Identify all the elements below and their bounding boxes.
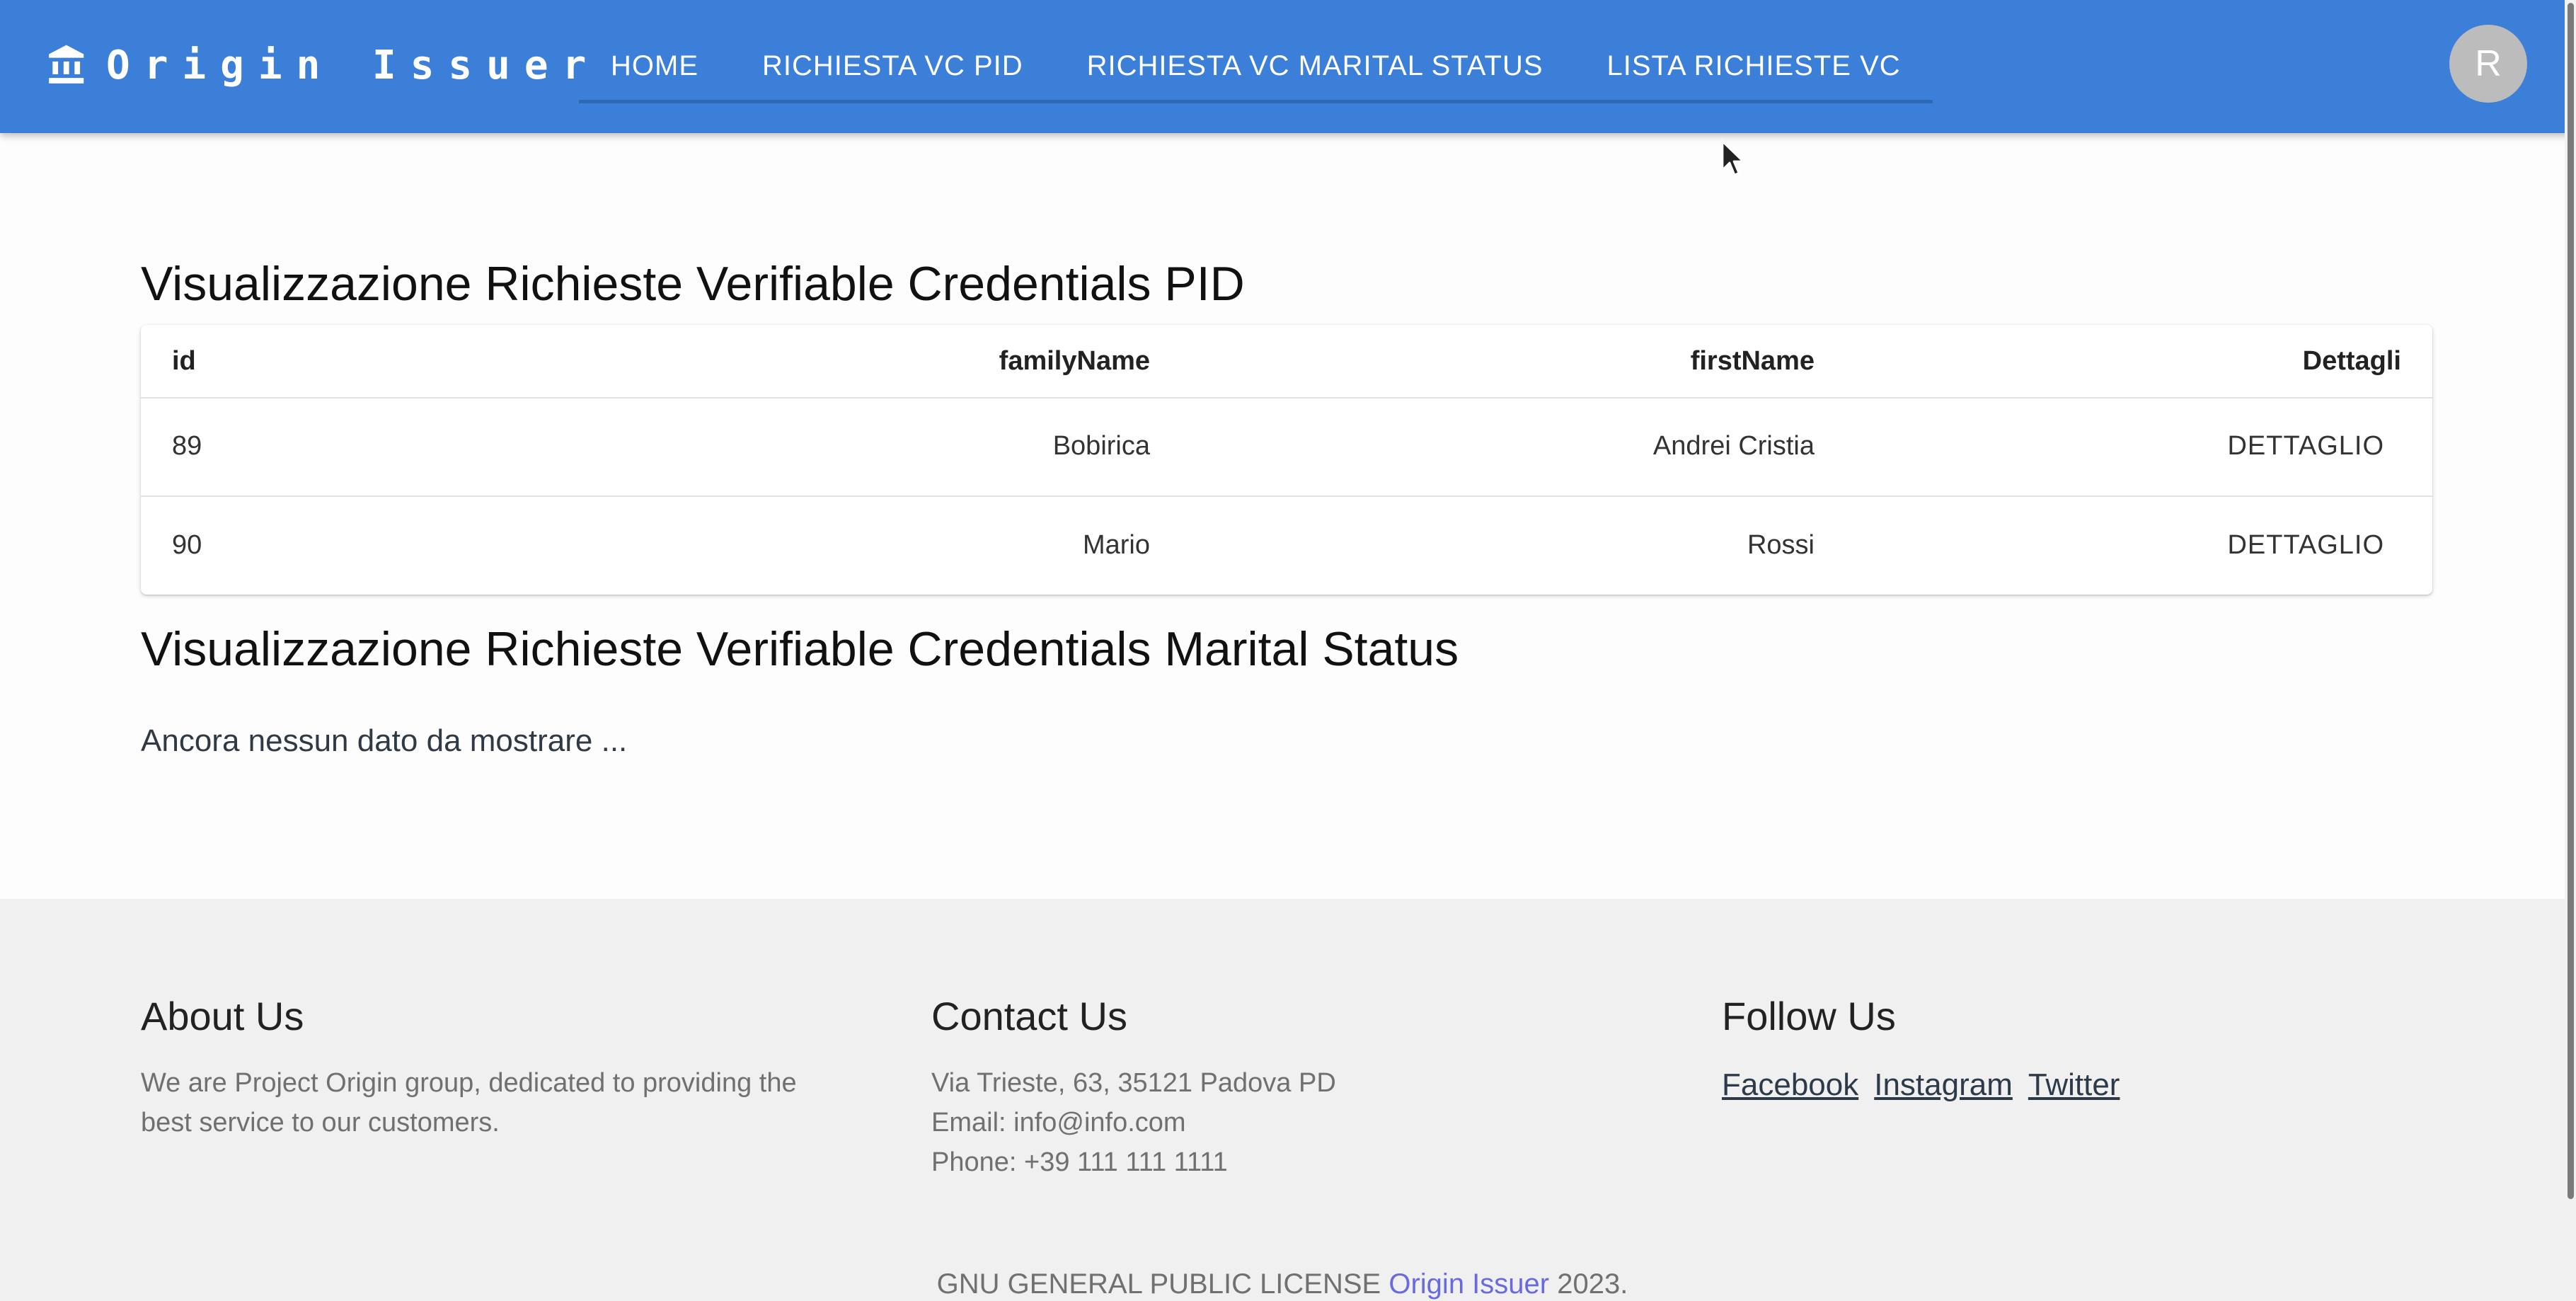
main-nav: HOME RICHIESTA VC PID RICHIESTA VC MARIT… (579, 33, 1933, 103)
cell-familyname: Mario (1082, 529, 1150, 560)
nav-lista-richieste-vc[interactable]: LISTA RICHIESTE VC (1575, 33, 1933, 103)
cell-firstname: Andrei Cristia (1652, 431, 1815, 461)
about-text: We are Project Origin group, dedicated t… (141, 1068, 797, 1137)
copyright-brand-link[interactable]: Origin Issuer (1388, 1268, 1549, 1300)
facebook-link[interactable]: Facebook (1722, 1067, 1858, 1103)
social-links: Facebook Instagram Twitter (1722, 1067, 2430, 1103)
column-header-familyname: familyName (999, 345, 1150, 376)
about-title: About Us (141, 994, 304, 1038)
avatar[interactable]: R (2449, 25, 2527, 103)
dettaglio-button[interactable]: DETTAGLIO (2227, 495, 2384, 595)
table-row: 90 Mario Rossi DETTAGLIO (141, 495, 2432, 595)
column-header-firstname: firstName (1690, 345, 1815, 376)
column-header-id: id (172, 345, 196, 376)
cell-id: 89 (172, 431, 202, 461)
copyright: GNU GENERAL PUBLIC LICENSE Origin Issuer… (0, 1268, 2565, 1300)
app-bar: Origin Issuer HOME RICHIESTA VC PID RICH… (0, 0, 2576, 133)
footer: About Us We are Project Origin group, de… (0, 899, 2565, 1301)
table-header-row: id familyName firstName Dettagli (141, 325, 2432, 399)
cell-firstname: Rossi (1747, 529, 1815, 560)
contact-address: Via Trieste, 63, 35121 Padova PD (931, 1068, 1336, 1098)
pid-requests-table: id familyName firstName Dettagli 89 Bobi… (141, 325, 2432, 595)
nav-home[interactable]: HOME (579, 33, 730, 103)
twitter-link[interactable]: Twitter (2028, 1067, 2120, 1103)
copyright-year: 2023. (1557, 1268, 1628, 1300)
footer-about: About Us We are Project Origin group, de… (141, 993, 849, 1142)
bank-icon (49, 45, 84, 84)
nav-richiesta-vc-marital-status[interactable]: RICHIESTA VC MARITAL STATUS (1054, 33, 1575, 103)
nav-richiesta-vc-pid[interactable]: RICHIESTA VC PID (730, 33, 1055, 103)
column-header-dettagli: Dettagli (2302, 345, 2401, 376)
contact-email: Email: info@info.com (931, 1108, 1186, 1137)
empty-state-message: Ancora nessun dato da mostrare ... (141, 723, 628, 758)
pid-section-title: Visualizzazione Richieste Verifiable Cre… (141, 257, 1245, 311)
app-title: Origin Issuer (106, 42, 601, 88)
table-row: 89 Bobirica Andrei Cristia DETTAGLIO (141, 397, 2432, 497)
brand[interactable]: Origin Issuer (45, 37, 600, 93)
license-text: GNU GENERAL PUBLIC LICENSE (936, 1268, 1381, 1300)
follow-title: Follow Us (1722, 994, 1896, 1038)
scrollbar-thumb[interactable] (2568, 3, 2574, 1199)
contact-title: Contact Us (931, 994, 1127, 1038)
cell-id: 90 (172, 529, 202, 560)
cell-familyname: Bobirica (1052, 431, 1150, 461)
footer-follow: Follow Us Facebook Instagram Twitter (1722, 993, 2430, 1103)
dettaglio-button[interactable]: DETTAGLIO (2227, 397, 2384, 495)
mouse-cursor-icon (1721, 140, 1744, 176)
contact-phone: Phone: +39 111 111 1111 (931, 1147, 1228, 1177)
marital-section-title: Visualizzazione Richieste Verifiable Cre… (141, 622, 1459, 676)
footer-contact: Contact Us Via Trieste, 63, 35121 Padova… (931, 993, 1639, 1182)
contact-details: Via Trieste, 63, 35121 Padova PD Email: … (931, 1063, 1639, 1182)
instagram-link[interactable]: Instagram (1874, 1067, 2013, 1103)
